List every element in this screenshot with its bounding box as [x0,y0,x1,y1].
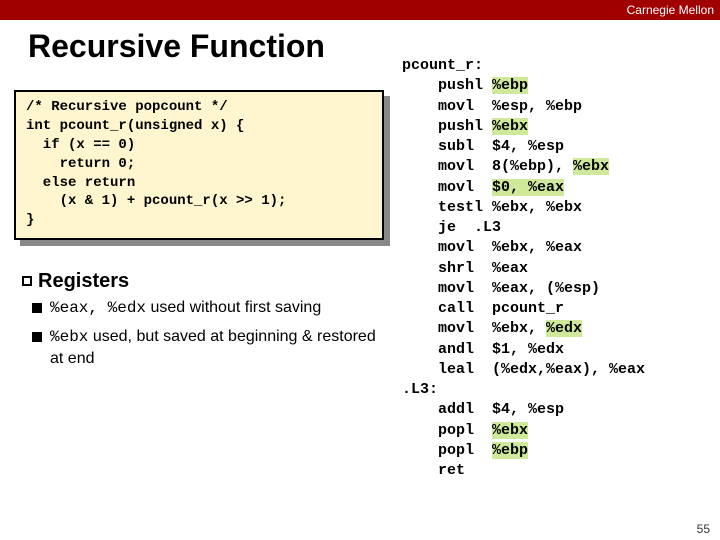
c-code: /* Recursive popcount */ int pcount_r(un… [14,90,384,240]
reg-names: %eax, %edx [50,299,146,317]
asm-hl: %ebx [492,118,528,135]
asm-line: shrl %eax [402,260,528,277]
asm-line: popl [402,442,492,459]
slide-number: 55 [697,522,710,536]
asm-line: movl %ebx, [402,320,546,337]
bullet-hollow-icon [22,276,32,286]
asm-hl: %ebx [492,422,528,439]
asm-line: leal (%edx,%eax), %eax [402,361,645,378]
asm-line: movl [402,179,492,196]
registers-section: Registers %eax, %edx used without first … [22,270,382,376]
asm-line: addl $4, %esp [402,401,564,418]
registers-item: %ebx used, but saved at beginning & rest… [50,326,382,370]
asm-label: .L3: [402,381,438,398]
assembly-listing: pcount_r: pushl %ebp movl %esp, %ebp pus… [402,56,645,481]
asm-line: movl %eax, (%esp) [402,280,600,297]
asm-hl: %edx [546,320,582,337]
asm-line: call pcount_r [402,300,564,317]
reg-desc: used without first saving [146,299,321,316]
registers-item: %eax, %edx used without first saving [50,297,382,320]
slide-title: Recursive Function [28,28,325,65]
header-bar: Carnegie Mellon [0,0,720,20]
c-code-block: /* Recursive popcount */ int pcount_r(un… [14,90,384,240]
reg-names: %ebx [50,328,88,346]
asm-label: pcount_r: [402,57,483,74]
asm-line: movl 8(%ebp), [402,158,573,175]
asm-hl: %ebp [492,442,528,459]
asm-hl: %ebp [492,77,528,94]
asm-line: ret [402,462,465,479]
asm-line: pushl [402,118,492,135]
registers-heading: Registers [22,270,382,293]
asm-line: andl $1, %edx [402,341,564,358]
asm-line: subl $4, %esp [402,138,564,155]
asm-line: movl %ebx, %eax [402,239,582,256]
asm-line: popl [402,422,492,439]
asm-line: testl %ebx, %ebx [402,199,582,216]
reg-desc: used, but saved at beginning & restored … [50,328,376,368]
asm-line: movl %esp, %ebp [402,98,582,115]
asm-line: je .L3 [402,219,501,236]
asm-line: pushl [402,77,492,94]
asm-hl: $0, %eax [492,179,564,196]
registers-heading-text: Registers [38,270,129,292]
asm-hl: %ebx [573,158,609,175]
brand-text: Carnegie Mellon [627,3,714,17]
